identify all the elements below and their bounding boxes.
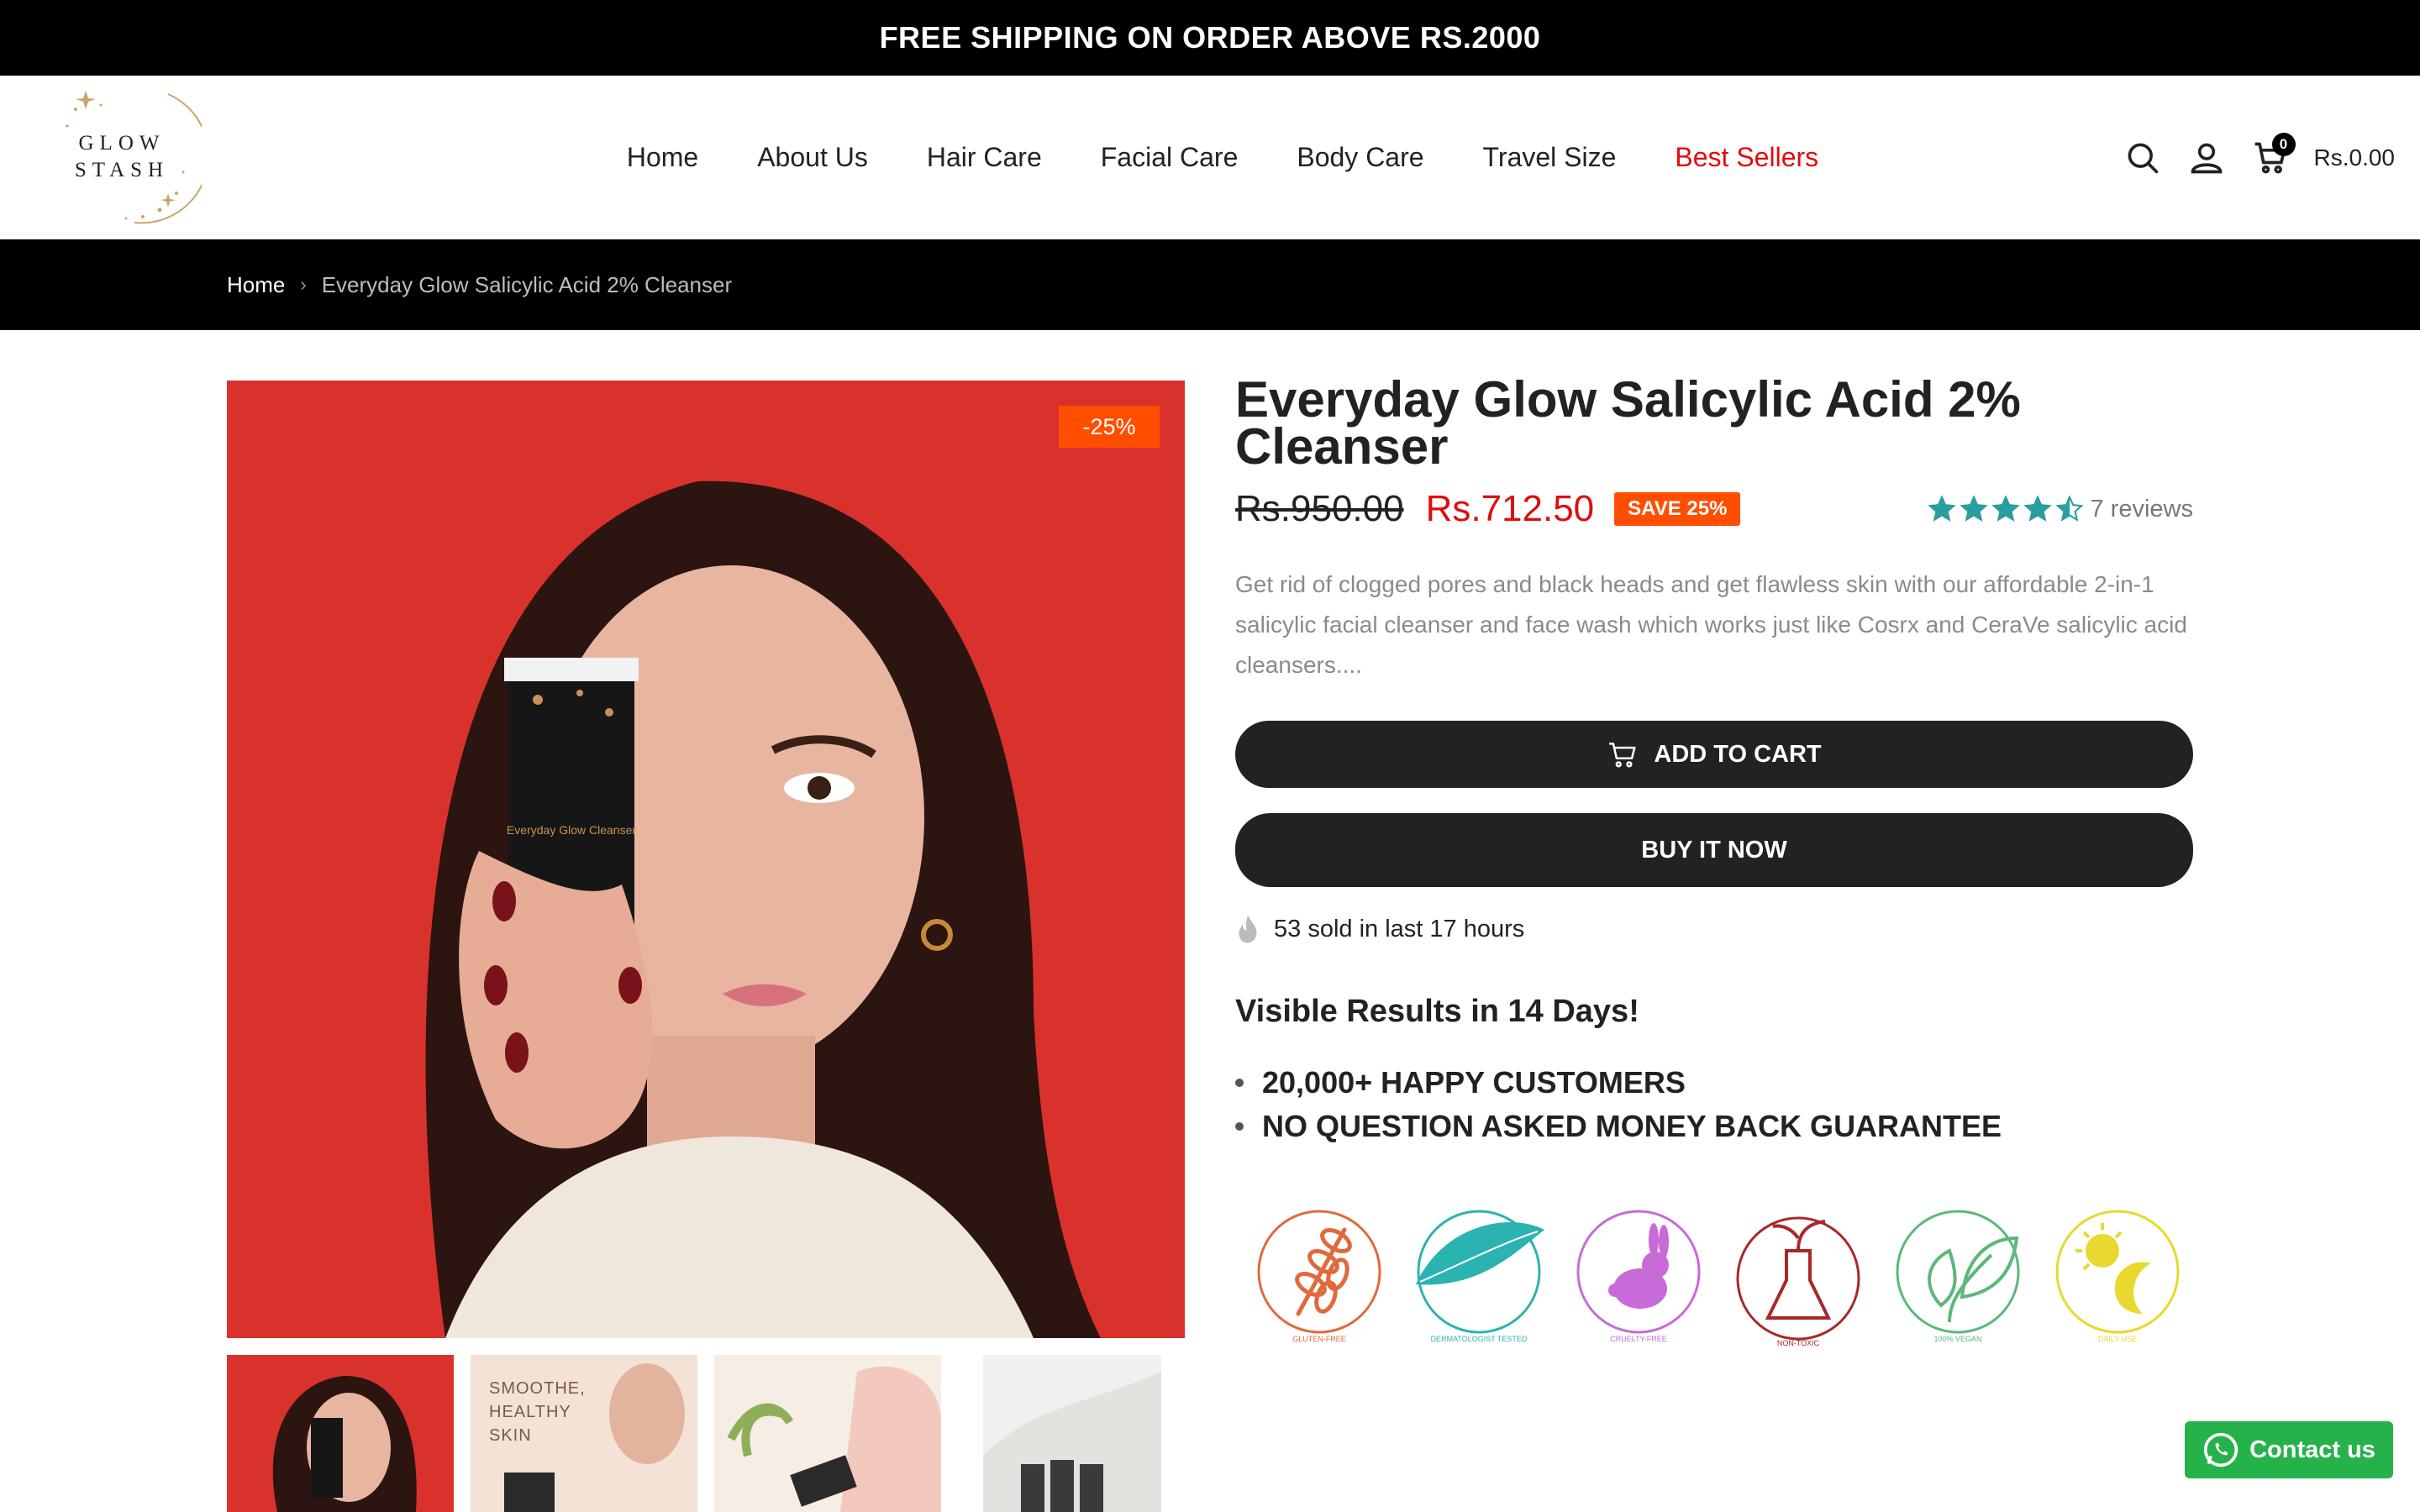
daily-use-badge: DAILY USE <box>2050 1205 2185 1347</box>
add-to-cart-button[interactable]: ADD TO CART <box>1235 721 2193 788</box>
benefit-item: 20,000+ HAPPY CUSTOMERS <box>1235 1061 2002 1105</box>
svg-text:NON-TOXIC: NON-TOXIC <box>1777 1339 1820 1347</box>
svg-text:DERMATOLOGIST TESTED: DERMATOLOGIST TESTED <box>1431 1335 1528 1343</box>
thumbnail-2-caption: SMOOTHE, HEALTHY SKIN <box>489 1379 586 1445</box>
star-icon <box>1927 495 1956 522</box>
product-info: Everyday Glow Salicylic Acid 2% Cleanser… <box>1235 371 2193 1347</box>
cart-total[interactable]: Rs.0.00 <box>2314 144 2396 171</box>
sold-counter: 53 sold in last 17 hours <box>1235 914 1524 944</box>
header-actions: 0 Rs.0.00 <box>2123 76 2396 239</box>
add-to-cart-label: ADD TO CART <box>1654 740 1822 768</box>
svg-text:DAILY USE: DAILY USE <box>2098 1335 2137 1343</box>
nav-item-travel-size[interactable]: Travel Size <box>1483 142 1617 173</box>
sale-price: Rs.712.50 <box>1425 488 1595 529</box>
main-nav: Home About Us Hair Care Facial Care Body… <box>0 76 2420 239</box>
benefit-list: 20,000+ HAPPY CUSTOMERS NO QUESTION ASKE… <box>1235 1061 2002 1148</box>
thumbnail-1[interactable] <box>227 1355 454 1512</box>
cart-icon[interactable]: 0 <box>2250 132 2296 178</box>
svg-text:100% VEGAN: 100% VEGAN <box>1933 1335 1981 1343</box>
star-rating <box>1927 495 2084 523</box>
svg-text:CRUELTY-FREE: CRUELTY-FREE <box>1610 1335 1667 1343</box>
nav-item-body-care[interactable]: Body Care <box>1297 142 1423 173</box>
results-heading: Visible Results in 14 Days! <box>1235 994 1639 1029</box>
nav-item-facial-care[interactable]: Facial Care <box>1101 142 1239 173</box>
announcement-text: FREE SHIPPING ON ORDER ABOVE RS.2000 <box>879 20 1541 55</box>
product-description: Get rid of clogged pores and black heads… <box>1235 571 2187 678</box>
thumbnail-2[interactable]: SMOOTHE, HEALTHY SKIN <box>471 1355 697 1512</box>
nav-item-home[interactable]: Home <box>627 142 698 173</box>
star-icon <box>1959 495 1988 522</box>
discount-badge: -25% <box>1059 406 1160 448</box>
product-main-image[interactable]: Everyday Glow Cleanser <box>227 381 1185 1338</box>
star-icon <box>2023 495 2052 522</box>
price-row: Rs.950.00 Rs.712.50 SAVE 25% 7 reviews <box>1235 484 2193 534</box>
site-header: GLOW STASH Home About Us Hair Care Facia… <box>0 76 2420 239</box>
nav-item-about-us[interactable]: About Us <box>757 142 868 173</box>
breadcrumb-home[interactable]: Home <box>227 272 285 298</box>
compare-price: Rs.950.00 <box>1235 488 1404 529</box>
dermatologist-tested-badge: DERMATOLOGIST TESTED <box>1412 1205 1546 1347</box>
save-badge: SAVE 25% <box>1614 492 1741 526</box>
buy-now-button[interactable]: BUY IT NOW <box>1235 813 2193 887</box>
breadcrumb-current: Everyday Glow Salicylic Acid 2% Cleanser <box>321 271 733 297</box>
rating-summary[interactable]: 7 reviews <box>1927 495 2194 523</box>
buy-now-label: BUY IT NOW <box>1641 836 1787 864</box>
sold-text: 53 sold in last 17 hours <box>1274 915 1525 942</box>
certification-badges: GLUTEN-FREE DERMATOLOGIST TESTED CRUELTY… <box>1252 1205 2193 1356</box>
nav-item-best-sellers[interactable]: Best Sellers <box>1675 142 1818 173</box>
breadcrumb: Home › Everyday Glow Salicylic Acid 2% C… <box>0 239 2420 330</box>
announcement-bar: FREE SHIPPING ON ORDER ABOVE RS.2000 <box>0 0 2420 76</box>
cart-count-badge: 0 <box>2271 132 2296 156</box>
whatsapp-icon <box>2203 1432 2238 1467</box>
star-icon <box>1991 495 2020 522</box>
thumbnail-4[interactable] <box>958 1355 1185 1512</box>
gluten-free-badge: GLUTEN-FREE <box>1252 1205 1386 1347</box>
thumbnail-strip: SMOOTHE, HEALTHY SKIN <box>227 1355 1185 1512</box>
chevron-right-icon: › <box>300 274 307 295</box>
contact-label: Contact us <box>2249 1436 2375 1463</box>
star-icon <box>2054 495 2084 522</box>
tube-label: Everyday Glow Cleanser <box>507 823 636 837</box>
cruelty-free-badge: CRUELTY-FREE <box>1571 1205 1706 1347</box>
vegan-badge: 100% VEGAN <box>1891 1205 2025 1347</box>
benefit-item: NO QUESTION ASKED MONEY BACK GUARANTEE <box>1235 1105 2002 1148</box>
thumbnail-3[interactable] <box>714 1355 941 1512</box>
whatsapp-contact-button[interactable]: Contact us <box>2185 1421 2393 1478</box>
cart-icon <box>1609 743 1636 768</box>
product-title: Everyday Glow Salicylic Acid 2% Cleanser <box>1235 371 2021 475</box>
non-toxic-badge: NON-TOXIC <box>1731 1205 1865 1347</box>
nav-item-hair-care[interactable]: Hair Care <box>927 142 1042 173</box>
svg-text:GLUTEN-FREE: GLUTEN-FREE <box>1292 1335 1346 1343</box>
search-icon[interactable] <box>2123 138 2163 178</box>
flame-icon <box>1239 915 1257 943</box>
account-icon[interactable] <box>2186 138 2227 178</box>
review-count[interactable]: 7 reviews <box>2091 496 2194 523</box>
